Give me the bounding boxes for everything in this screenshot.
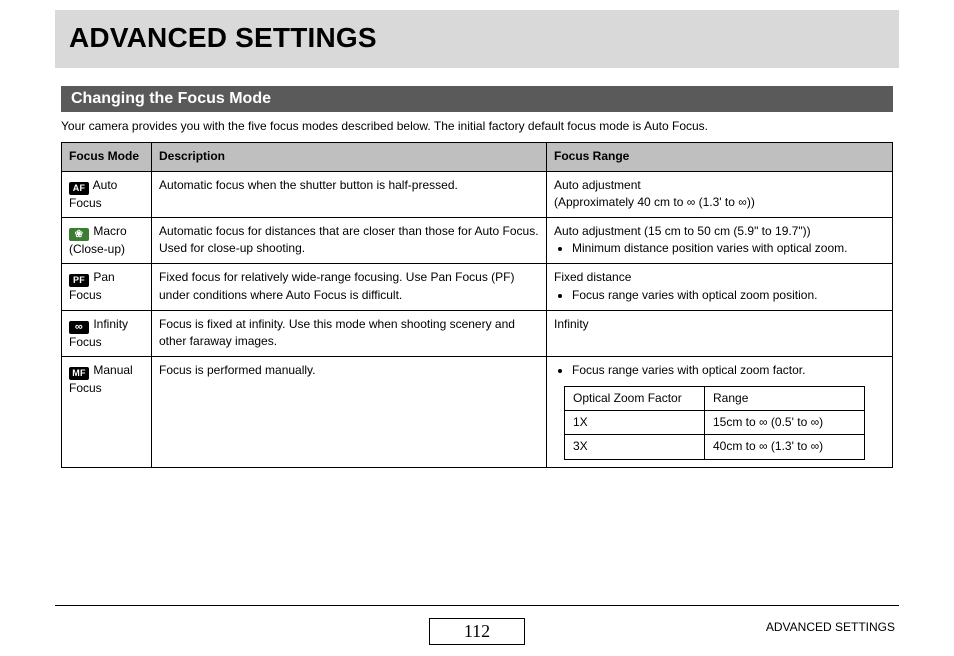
cell-range-macro: Auto adjustment (15 cm to 50 cm (5.9" to… (547, 217, 893, 263)
mode-label: Focus (69, 196, 102, 210)
table-row: AF Auto Focus Automatic focus when the s… (62, 171, 893, 217)
footer-chapter-label: ADVANCED SETTINGS (766, 620, 895, 634)
mode-label: Manual (93, 363, 132, 377)
cell-zoom-factor: 3X (565, 435, 705, 459)
pf-icon: PF (69, 274, 89, 287)
bullet-list: Minimum distance position varies with op… (554, 240, 885, 257)
infinity-icon: ∞ (759, 439, 768, 453)
table-row: MF Manual Focus Focus is performed manua… (62, 357, 893, 468)
mode-label: Focus (69, 335, 102, 349)
mode-label: Infinity (93, 317, 128, 331)
table-header-row: Focus Mode Description Focus Range (62, 143, 893, 171)
cell-desc-infinity: Focus is fixed at infinity. Use this mod… (152, 310, 547, 356)
cell-desc-macro: Automatic focus for distances that are c… (152, 217, 547, 263)
page-footer: 112 ADVANCED SETTINGS (55, 605, 899, 646)
inner-row: 1X 15cm to ∞ (0.5' to ∞) (565, 410, 865, 434)
range-text: )) (747, 195, 755, 209)
cell-range-manual: Focus range varies with optical zoom fac… (547, 357, 893, 468)
table-row: PF Pan Focus Fixed focus for relatively … (62, 264, 893, 310)
th-description: Description (152, 143, 547, 171)
mode-label: Auto (93, 178, 118, 192)
focus-mode-table: Focus Mode Description Focus Range AF Au… (61, 142, 893, 468)
mode-label: Pan (93, 270, 114, 284)
footer-rule (55, 605, 899, 606)
zoom-range-table: Optical Zoom Factor Range 1X 15cm to ∞ (… (564, 386, 865, 460)
table-row: ❀ Macro (Close-up) Automatic focus for d… (62, 217, 893, 263)
section-heading: Changing the Focus Mode (61, 86, 893, 112)
bullet-item: Minimum distance position varies with op… (572, 240, 885, 257)
bullet-list: Focus range varies with optical zoom pos… (554, 287, 885, 304)
mode-label: (Close-up) (69, 242, 125, 256)
cell-desc-manual: Focus is performed manually. (152, 357, 547, 468)
inner-header-row: Optical Zoom Factor Range (565, 386, 865, 410)
cell-mode-auto: AF Auto Focus (62, 171, 152, 217)
footer-row: 112 ADVANCED SETTINGS (55, 616, 899, 646)
cell-mode-macro: ❀ Macro (Close-up) (62, 217, 152, 263)
range-text: Fixed distance (554, 270, 631, 284)
page-title: ADVANCED SETTINGS (69, 22, 885, 54)
bullet-item: Focus range varies with optical zoom fac… (572, 362, 885, 379)
th-focus-mode: Focus Mode (62, 143, 152, 171)
intro-text: Your camera provides you with the five f… (61, 118, 893, 134)
title-band: ADVANCED SETTINGS (55, 10, 899, 68)
page: ADVANCED SETTINGS Changing the Focus Mod… (0, 10, 954, 656)
af-icon: AF (69, 182, 89, 195)
cell-zoom-range: 15cm to ∞ (0.5' to ∞) (705, 410, 865, 434)
th-range: Range (705, 386, 865, 410)
mode-label: Focus (69, 288, 102, 302)
range-text: (1.3' to (695, 195, 738, 209)
mode-label: Focus (69, 381, 102, 395)
infinity-icon: ∞ (811, 439, 820, 453)
table-row: ∞ Infinity Focus Focus is fixed at infin… (62, 310, 893, 356)
cell-zoom-factor: 1X (565, 410, 705, 434)
infinity-icon: ∞ (811, 415, 820, 429)
th-focus-range: Focus Range (547, 143, 893, 171)
bullet-item: Focus range varies with optical zoom pos… (572, 287, 885, 304)
cell-range-infinity: Infinity (547, 310, 893, 356)
cell-zoom-range: 40cm to ∞ (1.3' to ∞) (705, 435, 865, 459)
inner-row: 3X 40cm to ∞ (1.3' to ∞) (565, 435, 865, 459)
page-number: 112 (429, 618, 525, 645)
cell-mode-pan: PF Pan Focus (62, 264, 152, 310)
cell-range-auto: Auto adjustment (Approximately 40 cm to … (547, 171, 893, 217)
content-area: Changing the Focus Mode Your camera prov… (55, 86, 899, 468)
range-text: Auto adjustment (554, 178, 641, 192)
infinity-mode-icon: ∞ (69, 321, 89, 334)
cell-desc-auto: Automatic focus when the shutter button … (152, 171, 547, 217)
macro-icon: ❀ (69, 228, 89, 241)
bullet-list: Focus range varies with optical zoom fac… (554, 362, 885, 379)
cell-mode-infinity: ∞ Infinity Focus (62, 310, 152, 356)
range-text: Auto adjustment (15 cm to 50 cm (5.9" to… (554, 224, 811, 238)
cell-range-pan: Fixed distance Focus range varies with o… (547, 264, 893, 310)
infinity-icon: ∞ (759, 415, 768, 429)
cell-desc-pan: Fixed focus for relatively wide-range fo… (152, 264, 547, 310)
mode-label: Macro (93, 224, 126, 238)
infinity-icon: ∞ (687, 195, 696, 209)
infinity-icon: ∞ (738, 195, 747, 209)
mf-icon: MF (69, 367, 89, 380)
cell-mode-manual: MF Manual Focus (62, 357, 152, 468)
range-text: (Approximately 40 cm to (554, 195, 687, 209)
th-zoom-factor: Optical Zoom Factor (565, 386, 705, 410)
